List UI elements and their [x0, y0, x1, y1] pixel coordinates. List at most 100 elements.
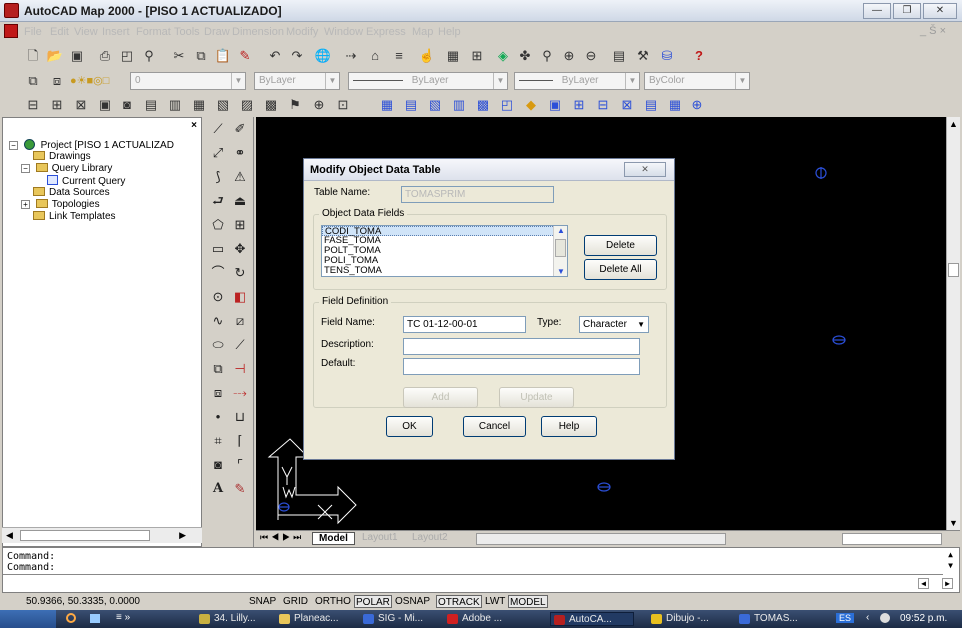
tab-model[interactable]: Model	[312, 532, 355, 545]
scroll-thumb[interactable]	[948, 263, 959, 277]
properties-icon[interactable]: ▤	[610, 47, 628, 65]
quicklaunch-icon[interactable]	[66, 613, 76, 623]
map-blue-tool-4-icon[interactable]: ▥	[450, 96, 468, 114]
lengthen-icon[interactable]: ⟋	[230, 335, 250, 355]
update-button[interactable]: Update	[499, 387, 574, 408]
lwt-toggle[interactable]: LWT	[484, 595, 506, 608]
map-tool-11-icon[interactable]: ▩	[262, 96, 280, 114]
cut-icon[interactable]: ✂	[170, 47, 188, 65]
circle-icon[interactable]: ⊙	[208, 287, 228, 307]
default-input[interactable]	[403, 358, 640, 375]
delete-all-button[interactable]: Delete All	[584, 259, 657, 280]
zoom-window-icon[interactable]: ⊞	[468, 47, 486, 65]
lineweight-dropdown[interactable]: ByLayer ▼	[514, 72, 640, 90]
ok-button[interactable]: OK	[386, 416, 433, 437]
menu-express[interactable]: Express	[366, 26, 406, 38]
scale-icon[interactable]: ◧	[230, 287, 250, 307]
map-tool-7-icon[interactable]: ▥	[166, 96, 184, 114]
model-toggle[interactable]: MODEL	[508, 595, 548, 608]
make-block-icon[interactable]: ⧈	[208, 383, 228, 403]
spline-icon[interactable]: ∿	[208, 311, 228, 331]
hyperlink-icon[interactable]: 🌐	[314, 47, 332, 65]
map-tool-10-icon[interactable]: ▨	[238, 96, 256, 114]
stretch-icon[interactable]: ⧄	[230, 311, 250, 331]
print-preview-icon[interactable]: ◰	[118, 47, 136, 65]
distance-icon[interactable]: ≡	[390, 47, 408, 65]
redo-icon[interactable]: ↷	[288, 47, 306, 65]
map-tool-6-icon[interactable]: ▤	[142, 96, 160, 114]
taskbar-item-active[interactable]: AutoCA...	[550, 612, 634, 626]
otrack-toggle[interactable]: OTRACK	[436, 595, 482, 608]
linetype-dropdown[interactable]: ByLayer ▼	[348, 72, 508, 90]
zoom-in-icon[interactable]: ⊕	[560, 47, 578, 65]
panel-horizontal-scrollbar[interactable]: ◀ ▶	[2, 527, 202, 543]
layer-state-icons[interactable]: ●☀■◎□	[70, 72, 130, 90]
menu-file[interactable]: File	[24, 26, 42, 38]
type-select[interactable]: Character ▼	[579, 316, 649, 333]
rotate-icon[interactable]: ↻	[230, 263, 250, 283]
menu-insert[interactable]: Insert	[102, 26, 130, 38]
offset-icon[interactable]: ⏏	[230, 191, 250, 211]
map-blue-tool-7-icon[interactable]: ◆	[522, 96, 540, 114]
map-blue-tool-12-icon[interactable]: ▤	[642, 96, 660, 114]
map-tool-13-icon[interactable]: ⊕	[310, 96, 328, 114]
map-blue-tool-11-icon[interactable]: ⊠	[618, 96, 636, 114]
scroll-thumb[interactable]	[20, 530, 150, 541]
construction-line-icon[interactable]: ⤢	[208, 143, 228, 163]
map-tool-4-icon[interactable]: ▣	[96, 96, 114, 114]
menu-view[interactable]: View	[74, 26, 98, 38]
start-button[interactable]	[0, 610, 56, 628]
tray-arrow-icon[interactable]: ‹	[866, 612, 869, 623]
tree-item-project[interactable]: − Project [PISO 1 ACTUALIZAD	[9, 139, 174, 151]
snap-toggle[interactable]: SNAP	[248, 595, 277, 608]
scroll-up-icon[interactable]: ▲	[948, 550, 953, 559]
cancel-button[interactable]: Cancel	[463, 416, 526, 437]
plotstyle-dropdown[interactable]: ByColor ▼	[644, 72, 750, 90]
move-icon[interactable]: ✥	[230, 239, 250, 259]
line-icon[interactable]: ⟋	[208, 119, 228, 139]
ortho-toggle[interactable]: ORTHO	[314, 595, 352, 608]
grid-toggle[interactable]: GRID	[282, 595, 309, 608]
undo-icon[interactable]: ↶	[266, 47, 284, 65]
layer-dropdown[interactable]: 0 ▼	[130, 72, 246, 90]
map-blue-tool-13-icon[interactable]: ▦	[666, 96, 684, 114]
find-icon[interactable]: ⚲	[140, 47, 158, 65]
tab-layout1[interactable]: Layout1	[356, 532, 404, 543]
save-icon[interactable]: ▣	[68, 47, 86, 65]
point-icon[interactable]: •	[208, 407, 228, 427]
tree-item-link-templates[interactable]: Link Templates	[33, 211, 116, 222]
aerial-view-icon[interactable]: ◈	[494, 47, 512, 65]
layers-icon[interactable]: ⧉	[24, 72, 42, 90]
tree-item-query-library[interactable]: − Query Library	[21, 163, 112, 174]
region-icon[interactable]: ◙	[208, 455, 228, 475]
scroll-up-icon[interactable]: ▲	[949, 119, 958, 129]
color-dropdown[interactable]: ByLayer ▼	[254, 72, 340, 90]
delete-button[interactable]: Delete	[584, 235, 657, 256]
break-icon[interactable]: ⊔	[230, 407, 250, 427]
trim-icon[interactable]: ⊣	[230, 359, 250, 379]
make-current-layer-icon[interactable]: ⧈	[48, 72, 66, 90]
new-icon[interactable]: 🗋	[24, 47, 42, 65]
hatch-icon[interactable]: ⌗	[208, 431, 228, 451]
explode-icon[interactable]: ✎	[230, 479, 250, 499]
scroll-left-icon[interactable]: ◀	[6, 530, 13, 541]
polygon-icon[interactable]: ⮐	[208, 191, 228, 211]
tree-expander[interactable]: −	[9, 141, 18, 150]
map-tool-9-icon[interactable]: ▧	[214, 96, 232, 114]
menu-format[interactable]: Format	[136, 26, 171, 38]
copy-object-icon[interactable]: ⚭	[230, 143, 250, 163]
tab-navigation-icons[interactable]: ⏮◀▶⏭	[260, 532, 304, 543]
open-icon[interactable]: 📂	[46, 47, 64, 65]
zoom-realtime-icon[interactable]: ▦	[444, 47, 462, 65]
volume-icon[interactable]	[880, 613, 890, 623]
map-blue-tool-1-icon[interactable]: ▦	[378, 96, 396, 114]
menu-help[interactable]: Help	[438, 26, 461, 38]
match-properties-icon[interactable]: ✎	[236, 47, 254, 65]
add-button[interactable]: Add	[403, 387, 478, 408]
quicklaunch-more-icon[interactable]: ≡ »	[116, 612, 130, 623]
canvas-vertical-scrollbar[interactable]: ▲ ▼	[946, 117, 960, 530]
taskbar-item[interactable]: Adobe ...	[444, 612, 520, 626]
scroll-down-icon[interactable]: ▼	[949, 518, 958, 528]
print-icon[interactable]: ⎙	[96, 47, 114, 65]
canvas-horizontal-scrollbar[interactable]	[476, 533, 726, 545]
